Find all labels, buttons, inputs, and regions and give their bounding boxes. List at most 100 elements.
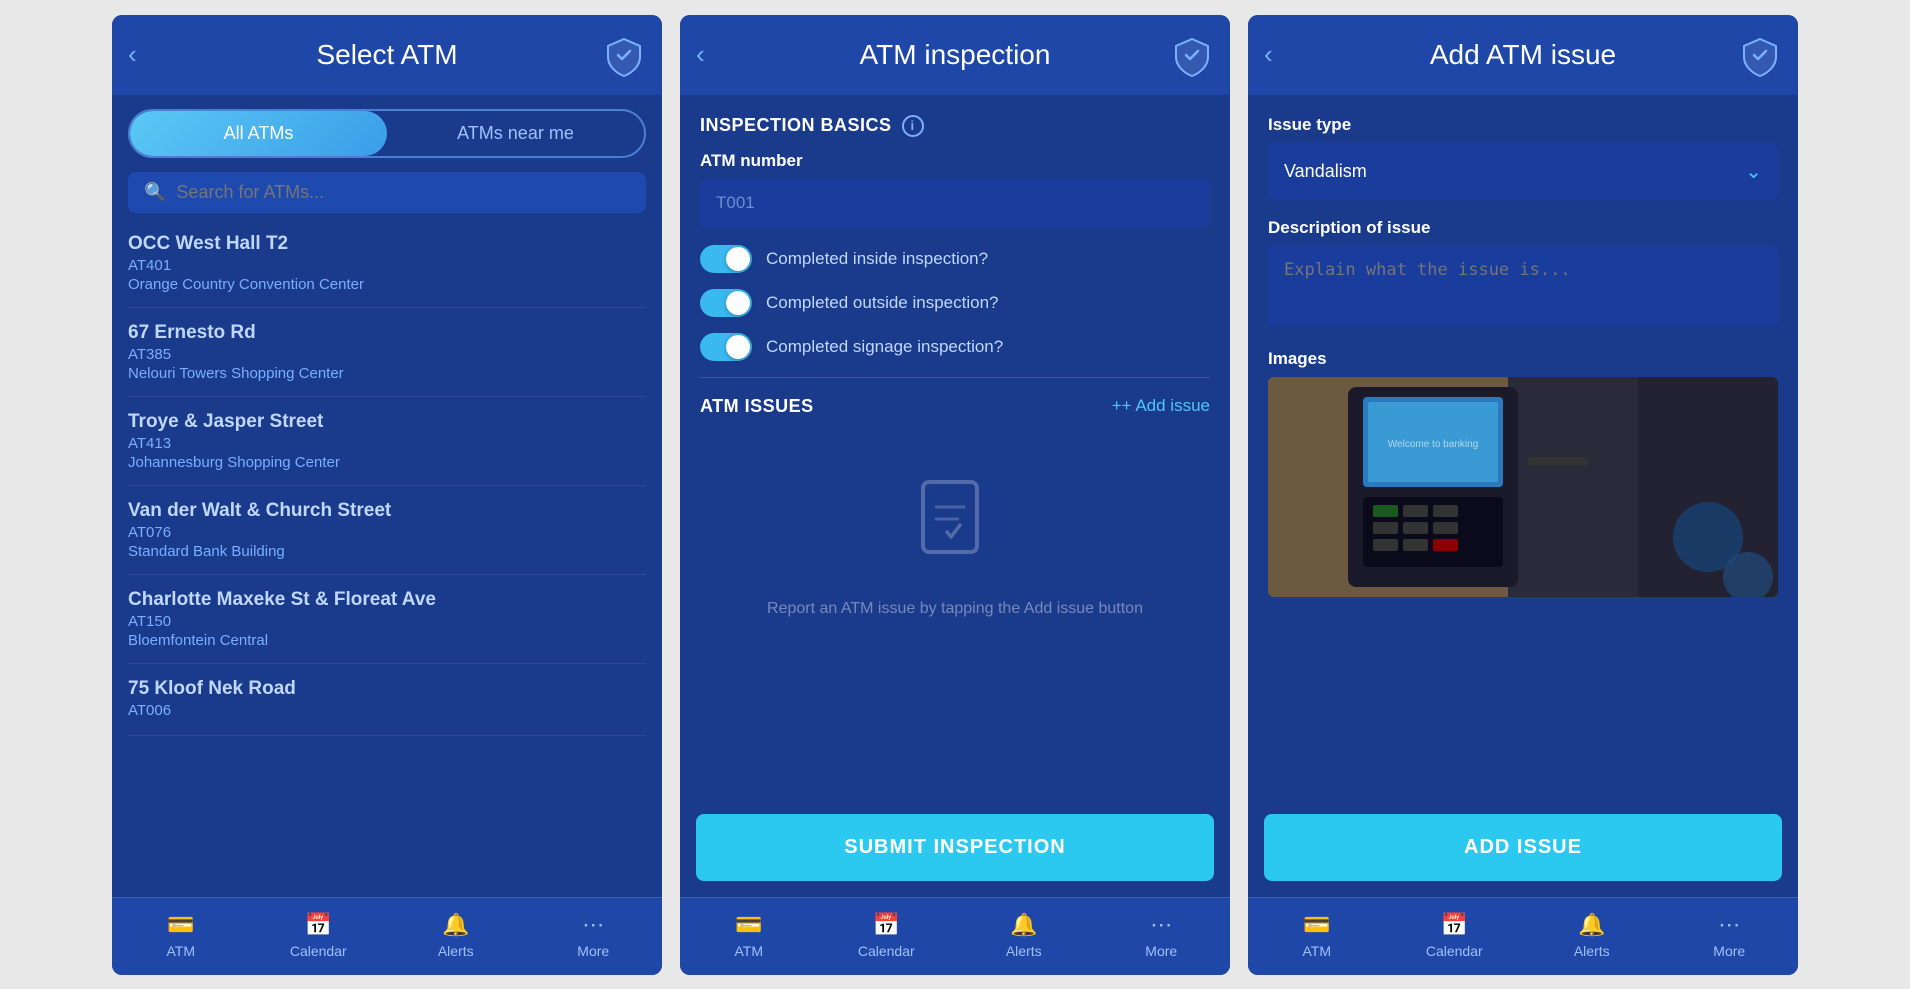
toggle-signage-switch[interactable] [700, 333, 752, 361]
header-1: ‹ Select ATM [112, 15, 662, 95]
back-button-1[interactable]: ‹ [128, 39, 137, 70]
toggle-inside: Completed inside inspection? [700, 245, 1210, 273]
inspection-content: INSPECTION BASICS i ATM number T001 Comp… [680, 95, 1230, 804]
toggle-signage: Completed signage inspection? [700, 333, 1210, 361]
list-item[interactable]: Van der Walt & Church Street AT076 Stand… [128, 486, 646, 575]
atm-code: AT006 [128, 702, 646, 719]
nav-calendar-3[interactable]: 📅 Calendar [1386, 912, 1524, 959]
tab-all-atms[interactable]: All ATMs [130, 111, 387, 156]
empty-state-icon [915, 477, 995, 583]
issue-type-value: Vandalism [1284, 161, 1367, 182]
screen-select-atm: ‹ Select ATM All ATMs ATMs near me 🔍 OCC… [112, 15, 662, 975]
calendar-nav-icon-3: 📅 [1441, 912, 1468, 938]
nav-atm-1[interactable]: 💳 ATM [112, 912, 250, 959]
toggle-signage-label: Completed signage inspection? [766, 337, 1003, 357]
atm-name: Troye & Jasper Street [128, 411, 646, 433]
nav-label-cal-2: Calendar [858, 943, 915, 959]
more-nav-icon: ⋯ [582, 912, 604, 938]
more-nav-icon-2: ⋯ [1150, 912, 1172, 938]
logo-3 [1738, 33, 1782, 77]
atm-number-input[interactable]: T001 [700, 179, 1210, 227]
search-icon: 🔍 [144, 182, 166, 203]
tab-atms-near-me[interactable]: ATMs near me [387, 111, 644, 156]
list-item[interactable]: Charlotte Maxeke St & Floreat Ave AT150 … [128, 575, 646, 664]
nav-atm-3[interactable]: 💳 ATM [1248, 912, 1386, 959]
issue-type-dropdown[interactable]: Vandalism ⌄ [1268, 143, 1778, 200]
info-icon[interactable]: i [902, 115, 924, 137]
screen1-title: Select ATM [316, 39, 457, 71]
nav-label-atm-2: ATM [734, 943, 763, 959]
back-button-2[interactable]: ‹ [696, 39, 705, 70]
atm-number-label: ATM number [700, 151, 1210, 171]
issue-type-label: Issue type [1268, 115, 1778, 135]
nav-more-3[interactable]: ⋯ More [1661, 912, 1799, 959]
search-bar: 🔍 [128, 172, 646, 213]
empty-state-text: Report an ATM issue by tapping the Add i… [767, 597, 1143, 621]
nav-calendar-1[interactable]: 📅 Calendar [250, 912, 388, 959]
bottom-nav-1: 💳 ATM 📅 Calendar 🔔 Alerts ⋯ More [112, 897, 662, 975]
bell-nav-icon: 🔔 [442, 912, 469, 938]
list-item[interactable]: Troye & Jasper Street AT413 Johannesburg… [128, 397, 646, 486]
atm-photo: Welcome to banking [1268, 377, 1778, 597]
nav-more-1[interactable]: ⋯ More [525, 912, 663, 959]
list-item[interactable]: 75 Kloof Nek Road AT006 [128, 664, 646, 736]
atm-code: AT401 [128, 257, 646, 274]
atm-name: OCC West Hall T2 [128, 233, 646, 255]
nav-alerts-2[interactable]: 🔔 Alerts [955, 912, 1093, 959]
list-item[interactable]: 67 Ernesto Rd AT385 Nelouri Towers Shopp… [128, 308, 646, 397]
images-label: Images [1268, 349, 1778, 369]
submit-inspection-button[interactable]: SUBMIT INSPECTION [696, 814, 1214, 881]
logo-2 [1170, 33, 1214, 77]
screen3-title: Add ATM issue [1430, 39, 1616, 71]
search-input[interactable] [176, 182, 630, 203]
atm-name: Van der Walt & Church Street [128, 500, 646, 522]
chevron-down-icon: ⌄ [1745, 159, 1762, 184]
toggle-outside-switch[interactable] [700, 289, 752, 317]
atm-name: 67 Ernesto Rd [128, 322, 646, 344]
svg-text:Welcome to banking: Welcome to banking [1388, 439, 1478, 450]
plus-icon: + [1112, 396, 1122, 416]
toggle-inside-label: Completed inside inspection? [766, 249, 988, 269]
description-textarea[interactable] [1268, 246, 1778, 326]
screen-add-issue: ‹ Add ATM issue Issue type Vandalism ⌄ D… [1248, 15, 1798, 975]
header-2: ‹ ATM inspection [680, 15, 1230, 95]
nav-label-more-2: More [1145, 943, 1177, 959]
atm-list: OCC West Hall T2 AT401 Orange Country Co… [112, 219, 662, 897]
calendar-nav-icon: 📅 [305, 912, 332, 938]
atm-name: Charlotte Maxeke St & Floreat Ave [128, 589, 646, 611]
nav-label-alerts-2: Alerts [1006, 943, 1042, 959]
toggle-outside-label: Completed outside inspection? [766, 293, 998, 313]
nav-atm-2[interactable]: 💳 ATM [680, 912, 818, 959]
nav-label-alerts-3: Alerts [1574, 943, 1610, 959]
bell-nav-icon-2: 🔔 [1010, 912, 1037, 938]
atm-nav-icon: 💳 [167, 912, 194, 938]
more-nav-icon-3: ⋯ [1718, 912, 1740, 938]
toggle-outside-knob [726, 291, 750, 315]
nav-calendar-2[interactable]: 📅 Calendar [818, 912, 956, 959]
inspection-basics-title: INSPECTION BASICS i [700, 115, 1210, 137]
nav-label-more-3: More [1713, 943, 1745, 959]
nav-alerts-3[interactable]: 🔔 Alerts [1523, 912, 1661, 959]
nav-label-cal-1: Calendar [290, 943, 347, 959]
nav-more-2[interactable]: ⋯ More [1093, 912, 1231, 959]
bell-nav-icon-3: 🔔 [1578, 912, 1605, 938]
atm-location: Nelouri Towers Shopping Center [128, 365, 646, 382]
atm-location: Bloemfontein Central [128, 632, 646, 649]
screen-atm-inspection: ‹ ATM inspection INSPECTION BASICS i ATM… [680, 15, 1230, 975]
back-button-3[interactable]: ‹ [1264, 39, 1273, 70]
empty-issues-state: Report an ATM issue by tapping the Add i… [700, 437, 1210, 661]
nav-label-atm-3: ATM [1302, 943, 1331, 959]
bottom-nav-3: 💳 ATM 📅 Calendar 🔔 Alerts ⋯ More [1248, 897, 1798, 975]
atm-issues-header: ATM ISSUES + + Add issue [700, 396, 1210, 417]
add-issue-button[interactable]: + + Add issue [1112, 396, 1210, 416]
add-issue-button-main[interactable]: ADD ISSUE [1264, 814, 1782, 881]
screen2-title: ATM inspection [860, 39, 1051, 71]
calendar-nav-icon-2: 📅 [873, 912, 900, 938]
add-issue-label: + Add issue [1122, 396, 1210, 416]
atm-code: AT413 [128, 435, 646, 452]
header-3: ‹ Add ATM issue [1248, 15, 1798, 95]
atm-code: AT076 [128, 524, 646, 541]
list-item[interactable]: OCC West Hall T2 AT401 Orange Country Co… [128, 219, 646, 308]
nav-alerts-1[interactable]: 🔔 Alerts [387, 912, 525, 959]
toggle-inside-switch[interactable] [700, 245, 752, 273]
